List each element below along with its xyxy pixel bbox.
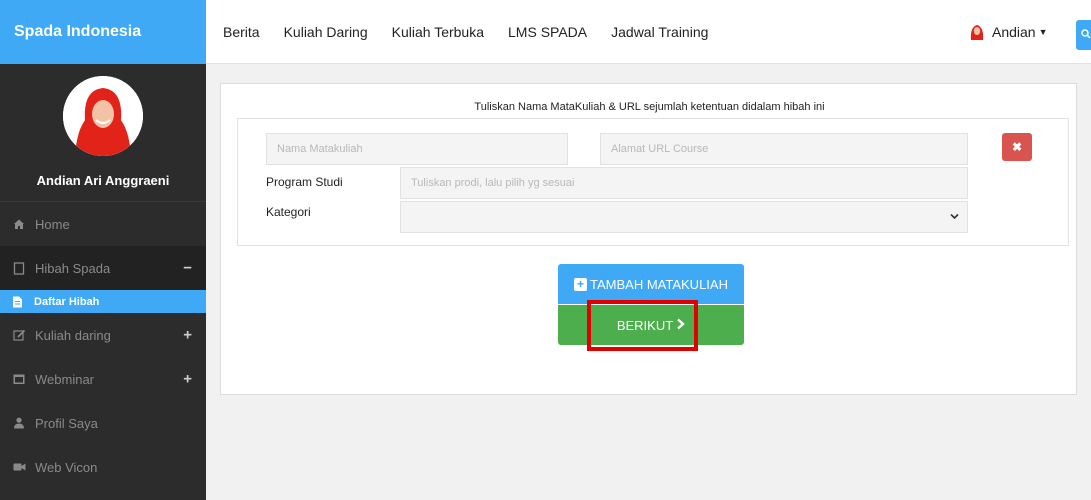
sidebar-item-hibah-spada[interactable]: Hibah Spada − <box>0 246 206 290</box>
sidebar-item-label: Web Vicon <box>35 459 98 475</box>
calendar-icon <box>12 372 26 386</box>
file-text-icon <box>12 296 24 308</box>
nav-link-kuliah-terbuka[interactable]: Kuliah Terbuka <box>392 24 484 40</box>
delete-button[interactable]: ✖ <box>1002 133 1032 161</box>
sidebar-item-daftar-hibah[interactable]: Daftar Hibah <box>0 290 206 313</box>
sidebar-item-home[interactable]: Home <box>0 202 206 246</box>
add-matakuliah-label: TAMBAH MATAKULIAH <box>590 276 728 292</box>
nav-link-berita[interactable]: Berita <box>223 24 260 40</box>
form-instruction: Tuliskan Nama MataKuliah & URL sejumlah … <box>474 101 825 113</box>
url-course-input[interactable]: Alamat URL Course <box>600 133 968 165</box>
home-icon <box>12 217 26 231</box>
user-icon <box>12 416 26 430</box>
sidebar-item-webminar[interactable]: Webminar + <box>0 357 206 401</box>
user-menu-name: Andian <box>992 24 1036 40</box>
user-menu[interactable]: Andian ▼ <box>970 0 1048 64</box>
main-nav: Berita Kuliah Daring Kuliah Terbuka LMS … <box>223 0 732 64</box>
hibah-form-panel: Tuliskan Nama MataKuliah & URL sejumlah … <box>220 83 1077 395</box>
caret-down-icon: ▼ <box>1038 27 1048 37</box>
document-icon <box>12 261 26 275</box>
sidebar-item-label: Webminar <box>35 371 95 387</box>
next-button-label: BERIKUT <box>616 317 674 333</box>
close-icon: ✖ <box>1011 140 1023 154</box>
sidebar-item-label: Home <box>35 216 70 232</box>
top-navbar: Berita Kuliah Daring Kuliah Terbuka LMS … <box>206 0 1091 64</box>
sidebar-item-label: Kuliah daring <box>35 327 111 343</box>
expand-icon[interactable]: + <box>183 371 192 388</box>
sidebar-item-kuliah-daring[interactable]: Kuliah daring + <box>0 313 206 357</box>
sidebar-item-label: Hibah Spada <box>35 260 111 276</box>
kategori-label: Kategori <box>266 205 311 219</box>
nama-matakuliah-input[interactable]: Nama Matakuliah <box>266 133 568 165</box>
edit-icon <box>12 328 26 342</box>
nav-link-jadwal-training[interactable]: Jadwal Training <box>611 24 708 40</box>
profile-section: Andian Ari Anggraeni <box>0 64 206 202</box>
sidebar-item-web-vicon[interactable]: Web Vicon <box>0 445 206 489</box>
add-matakuliah-button[interactable]: + TAMBAH MATAKULIAH <box>558 264 744 304</box>
sidebar-item-label: Profil Saya <box>35 415 98 431</box>
brand-title[interactable]: Spada Indonesia <box>0 0 206 64</box>
video-camera-icon <box>12 460 26 474</box>
search-button[interactable] <box>1076 20 1091 50</box>
program-studi-input[interactable]: Tuliskan prodi, lalu pilih yg sesuai <box>400 167 968 199</box>
search-icon <box>1081 28 1091 42</box>
sidebar-item-profil-saya[interactable]: Profil Saya <box>0 401 206 445</box>
expand-icon[interactable]: + <box>183 327 192 344</box>
sidebar: Spada Indonesia Andian Ari Anggraeni Hom… <box>0 0 206 500</box>
profile-name: Andian Ari Anggraeni <box>36 173 170 188</box>
avatar <box>63 76 143 156</box>
next-button[interactable]: BERIKUT <box>558 305 744 345</box>
matakuliah-entry: Nama Matakuliah Alamat URL Course ✖ Prog… <box>237 118 1069 246</box>
nav-link-lms-spada[interactable]: LMS SPADA <box>508 24 587 40</box>
sidebar-item-label: Daftar Hibah <box>34 295 100 308</box>
program-studi-label: Program Studi <box>266 175 343 189</box>
chevron-right-icon <box>676 317 685 333</box>
user-avatar-icon <box>970 23 984 41</box>
kategori-select[interactable] <box>400 201 968 233</box>
chevron-down-icon <box>950 212 959 223</box>
collapse-icon[interactable]: − <box>183 260 192 277</box>
plus-square-icon: + <box>574 277 588 291</box>
nav-link-kuliah-daring[interactable]: Kuliah Daring <box>284 24 368 40</box>
